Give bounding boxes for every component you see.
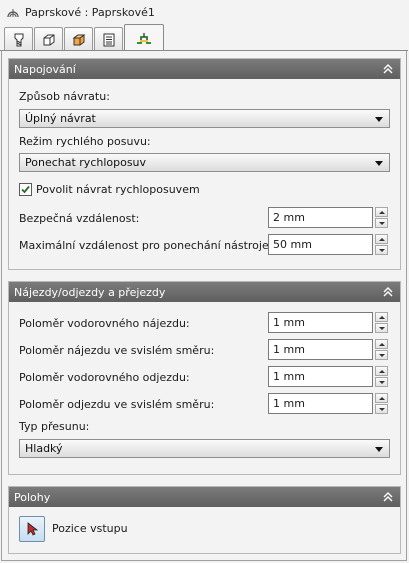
max-distance-label: Maximální vzdálenost pro ponechání nástr…	[19, 239, 300, 252]
return-mode-select[interactable]: Úplný návrat	[19, 109, 390, 128]
dropdown-arrow-icon	[375, 116, 383, 122]
spin-up-button[interactable]	[375, 312, 388, 322]
arrow-up-icon	[379, 211, 385, 214]
group-title: Polohy	[14, 490, 51, 504]
max-distance-input[interactable]: 50 mm	[268, 234, 373, 255]
group-najezdy: Nájezdy/odjezdy a přejezdy Poloměr vodor…	[8, 281, 401, 475]
v-lead-out-spinner[interactable]	[375, 393, 388, 414]
v-lead-in-field[interactable]: 1 mm	[268, 339, 389, 360]
spin-down-button[interactable]	[375, 218, 388, 228]
spin-down-button[interactable]	[375, 377, 388, 387]
allow-rapid-return-label: Povolit návrat rychloposuvem	[36, 183, 200, 196]
spin-down-button[interactable]	[375, 323, 388, 333]
arrow-down-icon	[379, 222, 385, 225]
entry-position-label: Pozice vstupu	[52, 522, 128, 535]
group-title: Napojování	[14, 62, 76, 76]
tab-parameters[interactable]	[94, 27, 123, 51]
v-lead-out-input[interactable]: 1 mm	[268, 393, 373, 414]
spin-up-button[interactable]	[375, 393, 388, 403]
group-polohy: Polohy Pozice vstupu	[8, 486, 401, 554]
group-header-najezdy[interactable]: Nájezdy/odjezdy a přejezdy	[9, 282, 400, 302]
return-mode-value: Úplný návrat	[25, 112, 96, 125]
transfer-type-select[interactable]: Hladký	[19, 439, 390, 458]
dropdown-arrow-icon	[375, 160, 383, 166]
transfer-type-label: Typ přesunu:	[19, 420, 90, 433]
arrow-down-icon	[379, 381, 385, 384]
spin-up-button[interactable]	[375, 339, 388, 349]
h-lead-in-label: Poloměr vodorovného nájezdu:	[19, 317, 190, 330]
allow-rapid-return-checkbox[interactable]	[19, 183, 32, 196]
arrow-down-icon	[379, 354, 385, 357]
pages-icon	[103, 33, 114, 46]
stock-box-icon	[72, 34, 85, 45]
spin-down-button[interactable]	[375, 245, 388, 255]
safe-distance-label: Bezpečná vzdálenost:	[19, 212, 140, 225]
return-mode-label: Způsob návratu:	[19, 90, 110, 103]
v-lead-in-label: Poloměr nájezdu ve svislém směru:	[19, 344, 215, 357]
rapid-mode-value: Ponechat rychloposuv	[25, 156, 147, 169]
tab-boundary[interactable]	[34, 27, 63, 51]
h-lead-in-field[interactable]: 1 mm	[268, 312, 389, 333]
dropdown-arrow-icon	[375, 446, 383, 452]
tab-tool[interactable]	[4, 27, 33, 51]
entry-position-button[interactable]	[19, 516, 45, 542]
group-header-napojovani[interactable]: Napojování	[9, 59, 400, 79]
linking-icon	[137, 32, 151, 44]
transfer-type-value: Hladký	[25, 442, 63, 455]
window-titlebar: Paprskové : Paprskové1	[0, 0, 409, 24]
arrow-up-icon	[379, 397, 385, 400]
toolpath-arc-icon	[7, 9, 19, 18]
max-distance-field[interactable]: 50 mm	[268, 234, 389, 255]
h-lead-in-spinner[interactable]	[375, 312, 388, 333]
group-header-polohy[interactable]: Polohy	[9, 487, 400, 507]
spin-down-button[interactable]	[375, 404, 388, 414]
cursor-arrow-icon	[27, 522, 39, 536]
collapse-chevron-icon[interactable]	[382, 491, 394, 503]
v-lead-in-spinner[interactable]	[375, 339, 388, 360]
max-distance-spinner[interactable]	[375, 234, 388, 255]
rapid-mode-label: Režim rychlého posuvu:	[19, 135, 151, 148]
arrow-down-icon	[379, 408, 385, 411]
arrow-up-icon	[379, 370, 385, 373]
spin-up-button[interactable]	[375, 234, 388, 244]
arrow-down-icon	[379, 249, 385, 252]
checkmark-icon	[21, 185, 30, 194]
group-title: Nájezdy/odjezdy a přejezdy	[14, 285, 166, 299]
safe-distance-field[interactable]: 2 mm	[268, 207, 389, 228]
tab-strip	[4, 24, 404, 52]
rapid-mode-select[interactable]: Ponechat rychloposuv	[19, 153, 390, 172]
v-lead-in-input[interactable]: 1 mm	[268, 339, 373, 360]
h-lead-out-field[interactable]: 1 mm	[268, 366, 389, 387]
safe-distance-input[interactable]: 2 mm	[268, 207, 373, 228]
arrow-up-icon	[379, 238, 385, 241]
collapse-chevron-icon[interactable]	[382, 63, 394, 75]
tab-linking[interactable]	[124, 24, 164, 52]
arrow-up-icon	[379, 316, 385, 319]
v-lead-out-label: Poloměr odjezdu ve svislém směru:	[19, 398, 215, 411]
h-lead-out-label: Poloměr vodorovného odjezdu:	[19, 371, 190, 384]
tool-icon	[14, 33, 23, 46]
tab-stock[interactable]	[64, 27, 93, 51]
group-napojovani: Napojování Způsob návratu: Úplný návrat …	[8, 58, 401, 270]
spin-down-button[interactable]	[375, 350, 388, 360]
v-lead-out-field[interactable]: 1 mm	[268, 393, 389, 414]
box-icon	[43, 34, 54, 45]
h-lead-out-input[interactable]: 1 mm	[268, 366, 373, 387]
spin-up-button[interactable]	[375, 366, 388, 376]
arrow-down-icon	[379, 327, 385, 330]
collapse-chevron-icon[interactable]	[382, 286, 394, 298]
arrow-up-icon	[379, 343, 385, 346]
window-title: Paprskové : Paprskové1	[25, 5, 155, 19]
h-lead-in-input[interactable]: 1 mm	[268, 312, 373, 333]
safe-distance-spinner[interactable]	[375, 207, 388, 228]
spin-up-button[interactable]	[375, 207, 388, 217]
h-lead-out-spinner[interactable]	[375, 366, 388, 387]
